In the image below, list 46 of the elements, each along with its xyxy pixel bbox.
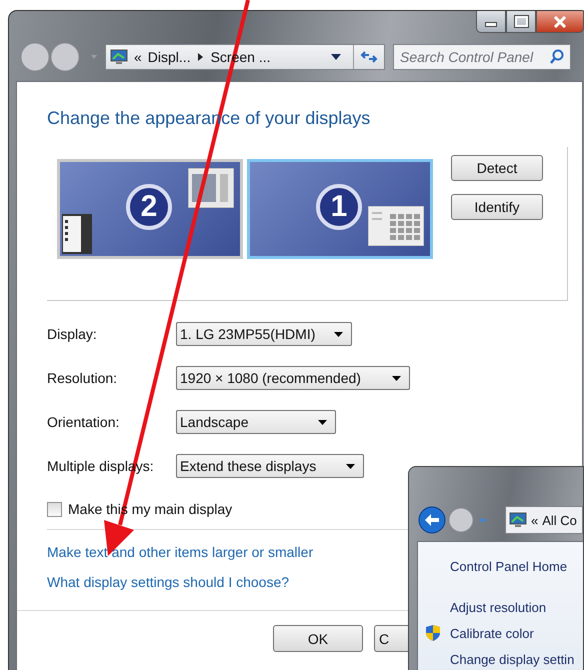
breadcrumb-prefix[interactable]: « bbox=[531, 512, 538, 528]
close-icon bbox=[553, 16, 567, 28]
monitor-action-button[interactable]: Detect bbox=[451, 155, 543, 181]
help-link[interactable]: Make text and other items larger or smaller bbox=[47, 544, 314, 560]
dialog-button[interactable]: C bbox=[374, 625, 408, 652]
breadcrumb-prefix[interactable]: « bbox=[134, 49, 142, 65]
search-icon bbox=[549, 49, 565, 65]
maximize-button[interactable] bbox=[506, 11, 536, 33]
sidebar-link[interactable]: Change display settin bbox=[450, 652, 574, 666]
breadcrumb-item[interactable]: All Co bbox=[542, 512, 577, 528]
setting-dropdown[interactable]: 1. LG 23MP55(HDMI) bbox=[176, 322, 352, 346]
dropdown-arrow-icon bbox=[392, 376, 401, 380]
calendar-grid-icon bbox=[368, 206, 424, 246]
dropdown-arrow-icon bbox=[346, 464, 355, 468]
monitor-icon bbox=[110, 49, 128, 65]
address-bar[interactable]: « All Co bbox=[505, 506, 583, 534]
dropdown-arrow-icon bbox=[318, 420, 327, 424]
shield-icon bbox=[425, 624, 441, 642]
sidebar-link[interactable]: Control Panel Home bbox=[450, 558, 568, 574]
minimize-button[interactable] bbox=[476, 11, 506, 33]
monitor-number: 1 bbox=[316, 184, 362, 230]
dropdown-arrow-icon[interactable] bbox=[331, 54, 341, 60]
sidebar-link[interactable]: Adjust resolution bbox=[450, 600, 546, 614]
breadcrumb-item[interactable]: Displ... bbox=[148, 49, 191, 65]
monitor-icon bbox=[509, 512, 527, 528]
start-menu-icon bbox=[62, 214, 92, 254]
monitor-number: 2 bbox=[126, 184, 172, 230]
chevron-icon bbox=[196, 52, 205, 62]
search-field[interactable]: Search Control Panel bbox=[393, 44, 571, 70]
refresh-icon bbox=[360, 49, 378, 65]
dialog-button[interactable]: OK bbox=[273, 625, 363, 652]
monitor-tile[interactable]: 2 bbox=[57, 159, 243, 259]
setting-label: Display: bbox=[47, 326, 98, 342]
dropdown-arrow-icon bbox=[334, 332, 343, 336]
setting-dropdown[interactable]: 1920 × 1080 (recommended) bbox=[176, 366, 410, 390]
checkbox[interactable] bbox=[47, 502, 62, 516]
setting-label: Orientation: bbox=[47, 414, 120, 430]
help-link[interactable]: What display settings should I choose? bbox=[47, 574, 290, 590]
monitor-action-button[interactable]: Identify bbox=[451, 194, 543, 220]
setting-dropdown[interactable]: Landscape bbox=[176, 410, 336, 434]
monitor-tile[interactable]: 1 bbox=[247, 159, 433, 259]
sidebar-link[interactable]: Calibrate color bbox=[450, 626, 534, 640]
close-button[interactable] bbox=[536, 11, 584, 33]
setting-label: Resolution: bbox=[47, 370, 118, 386]
setting-dropdown[interactable]: Extend these displays bbox=[176, 454, 364, 478]
window-thumbnail-icon bbox=[188, 168, 234, 208]
